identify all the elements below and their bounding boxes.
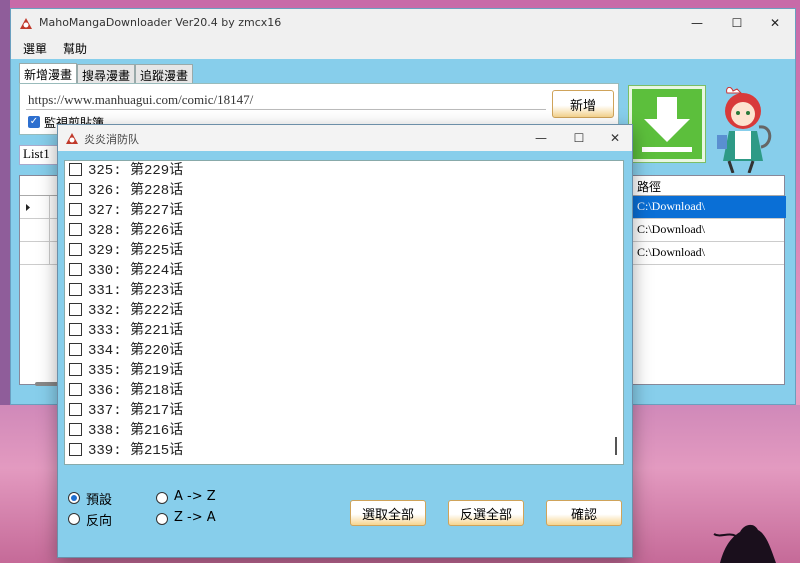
chapter-checkbox[interactable] [69, 182, 82, 196]
tab-track-manga[interactable]: 追蹤漫畫 [135, 64, 194, 84]
chapter-checkbox[interactable] [69, 222, 82, 236]
row-selector[interactable] [20, 196, 50, 218]
list-item[interactable]: 327: 第227话 [69, 199, 183, 219]
list-item[interactable]: 331: 第223话 [69, 279, 183, 299]
chapter-checkbox[interactable] [69, 322, 82, 336]
dialog-title: 炎炎消防队 [84, 133, 139, 146]
chapter-label: 330: 第224话 [88, 263, 184, 279]
maximize-button[interactable]: ☐ [717, 9, 757, 37]
path-cell[interactable]: C:\Download\ [632, 219, 786, 241]
chapter-label: 338: 第216话 [88, 423, 184, 439]
list-item[interactable]: 325: 第229话 [69, 161, 184, 179]
chapter-label: 327: 第227话 [88, 203, 184, 219]
chapter-label: 325: 第229话 [88, 163, 184, 179]
mascot-image [717, 87, 772, 173]
chapter-label: 335: 第219话 [88, 363, 184, 379]
main-titlebar[interactable]: MahoMangaDownloader Ver20.4 by zmcx16 — … [11, 9, 795, 37]
radio-reverse-order[interactable] [68, 513, 80, 525]
chapter-label: 336: 第218话 [88, 383, 184, 399]
menu-item-help[interactable]: 幫助 [63, 40, 87, 57]
vertical-scrollbar[interactable] [615, 437, 617, 455]
menubar: 選單 幫助 [11, 37, 795, 59]
chapter-label: 334: 第220话 [88, 343, 184, 359]
monitor-clipboard-checkbox[interactable]: ✓ [28, 116, 40, 128]
chapter-label: 333: 第221话 [88, 323, 184, 339]
dialog-minimize-button[interactable]: — [522, 125, 560, 151]
chapter-list[interactable]: 325: 第229话 326: 第228话 327: 第227话 328: 第2… [64, 160, 624, 465]
list-item[interactable]: 328: 第226话 [69, 219, 183, 239]
confirm-button[interactable]: 確認 [546, 500, 622, 526]
path-column-header[interactable]: 路徑 [632, 176, 786, 196]
row-selector[interactable] [20, 242, 50, 264]
app-logo-icon [66, 133, 78, 144]
chapter-checkbox[interactable] [69, 202, 82, 216]
radio-sort-z-a[interactable] [156, 513, 168, 525]
chapter-checkbox[interactable] [69, 162, 82, 176]
chapter-label: 339: 第215话 [88, 443, 184, 459]
wallpaper-silhouette [713, 524, 776, 563]
radio-default-order-label: 預設 [86, 493, 113, 508]
chapter-checkbox[interactable] [69, 242, 82, 256]
chapter-checkbox[interactable] [69, 262, 82, 276]
radio-sort-a-z-label: A -> Z [174, 489, 216, 504]
chapter-label: 337: 第217话 [88, 403, 184, 419]
minimize-button[interactable]: — [677, 9, 717, 37]
invert-selection-button[interactable]: 反選全部 [448, 500, 524, 526]
list-item[interactable]: 326: 第228话 [69, 179, 183, 199]
list-item[interactable]: 334: 第220话 [69, 339, 183, 359]
select-all-button[interactable]: 選取全部 [350, 500, 426, 526]
path-cell[interactable]: C:\Download\ [632, 196, 786, 218]
chapter-checkbox[interactable] [69, 362, 82, 376]
app-logo-icon [20, 18, 32, 29]
radio-default-order[interactable] [68, 492, 80, 504]
chapter-label: 332: 第222话 [88, 303, 184, 319]
add-button[interactable]: 新增 [552, 90, 614, 118]
radio-sort-z-a-label: Z -> A [174, 510, 216, 525]
radio-reverse-order-label: 反向 [86, 514, 113, 529]
list-item[interactable]: 336: 第218话 [69, 379, 183, 399]
dialog-titlebar[interactable]: 炎炎消防队 — ☐ ✕ [58, 125, 632, 151]
chapter-dialog: 炎炎消防队 — ☐ ✕ 325: 第229话 326: 第228话 327: 第… [57, 124, 633, 558]
tab-search-manga[interactable]: 搜尋漫畫 [77, 64, 136, 84]
list-item[interactable]: 339: 第215话 [69, 439, 183, 459]
chapter-label: 328: 第226话 [88, 223, 184, 239]
chapter-checkbox[interactable] [69, 442, 82, 456]
list-item[interactable]: 332: 第222话 [69, 299, 183, 319]
download-arrow-icon [642, 97, 692, 152]
dialog-close-button[interactable]: ✕ [596, 125, 634, 151]
chapter-checkbox[interactable] [69, 402, 82, 416]
list-item[interactable]: 330: 第224话 [69, 259, 183, 279]
row-pointer-icon [26, 204, 30, 211]
tab-add-manga[interactable]: 新增漫畫 [19, 63, 78, 85]
chapter-checkbox[interactable] [69, 382, 82, 396]
download-button[interactable] [629, 86, 705, 162]
window-title: MahoMangaDownloader Ver20.4 by zmcx16 [39, 16, 282, 29]
chapter-label: 329: 第225话 [88, 243, 184, 259]
menu-item-options[interactable]: 選單 [23, 40, 47, 57]
chapter-checkbox[interactable] [69, 282, 82, 296]
list-item[interactable]: 338: 第216话 [69, 419, 183, 439]
list-item[interactable]: 329: 第225话 [69, 239, 183, 259]
chapter-checkbox[interactable] [69, 302, 82, 316]
list-item[interactable]: 337: 第217话 [69, 399, 183, 419]
chapter-label: 331: 第223话 [88, 283, 184, 299]
chapter-checkbox[interactable] [69, 422, 82, 436]
list-item[interactable]: 333: 第221话 [69, 319, 183, 339]
row-selector[interactable] [20, 219, 50, 241]
list-item[interactable]: 335: 第219话 [69, 359, 183, 379]
url-input[interactable] [26, 90, 546, 110]
chapter-label: 326: 第228话 [88, 183, 184, 199]
close-button[interactable]: ✕ [755, 9, 795, 37]
chapter-checkbox[interactable] [69, 342, 82, 356]
dialog-maximize-button[interactable]: ☐ [560, 125, 598, 151]
path-cell[interactable]: C:\Download\ [632, 242, 786, 264]
radio-sort-a-z[interactable] [156, 492, 168, 504]
